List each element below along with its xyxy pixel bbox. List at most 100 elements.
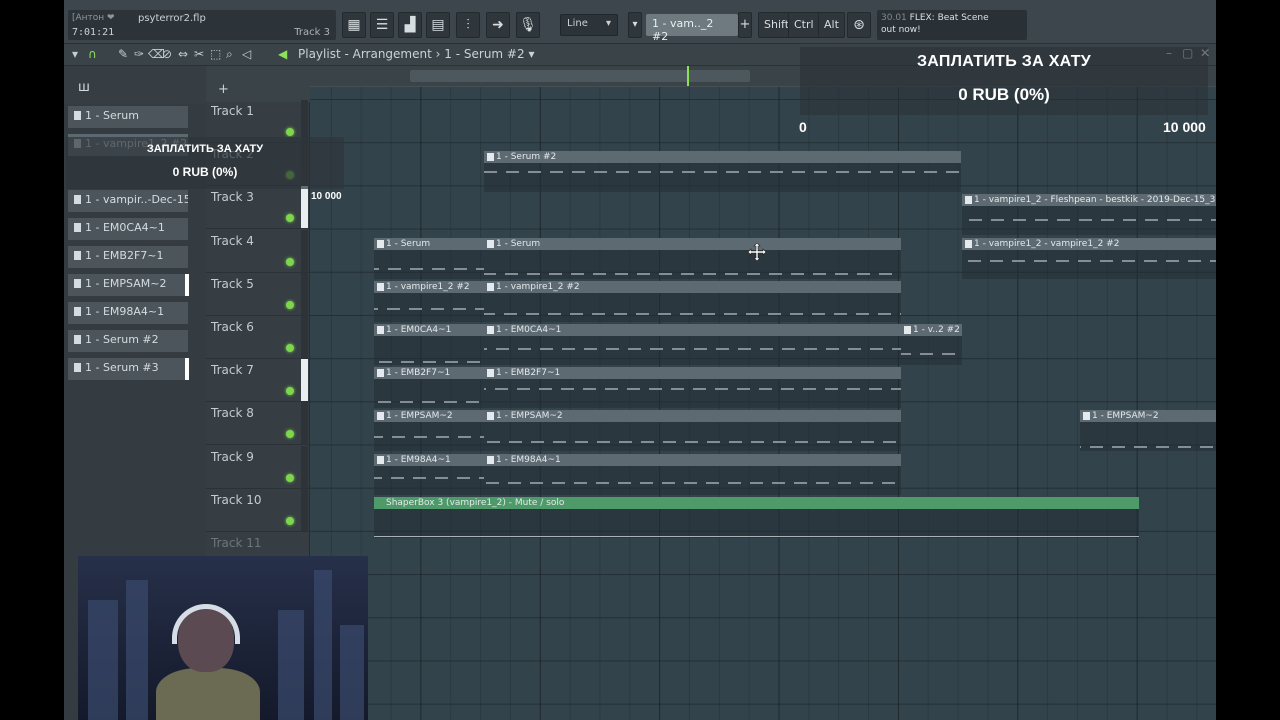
pattern-clip[interactable]: 1 - v..2 #2 xyxy=(901,324,962,365)
donation-amount: 0 RUB (0%) xyxy=(172,165,238,179)
news-number: 30.01 xyxy=(881,13,907,23)
slice-tool-icon[interactable]: ✂ xyxy=(194,47,204,61)
paint-tool-icon[interactable]: ✑ xyxy=(134,47,144,61)
picker-mode-icon[interactable]: ш xyxy=(78,80,90,95)
menu-arrow-icon[interactable]: ▾ xyxy=(72,47,78,61)
overview-scroll-handle[interactable] xyxy=(410,70,750,82)
microphone-icon[interactable]: 🎙 xyxy=(516,12,540,38)
track-header[interactable]: Track 6 xyxy=(206,316,310,359)
arrow-right-icon[interactable]: ➜ xyxy=(486,12,510,38)
picker-item-label: 1 - vampir..-Dec-15_30 xyxy=(85,193,188,206)
snap-select[interactable]: Line ▾ xyxy=(560,14,618,36)
browser-icon[interactable]: ▤ xyxy=(426,12,450,38)
pattern-clip[interactable]: 1 - Serum xyxy=(484,237,901,279)
picker-item-label: 1 - Serum xyxy=(85,109,139,122)
news-panel[interactable]: 30.01 FLEX: Beat Scene out now! xyxy=(877,10,1027,40)
track-header[interactable]: Track 4 xyxy=(206,229,310,273)
track-color-strip[interactable] xyxy=(301,272,308,315)
picker-item[interactable]: 1 - EM98A4~1 xyxy=(68,302,188,324)
pattern-clip[interactable]: 1 - vampire1_2 #2 xyxy=(484,280,901,322)
pattern-clip[interactable]: 1 - EM98A4~1 xyxy=(484,453,901,495)
playback-tool-icon[interactable]: ◁ xyxy=(242,47,251,61)
automation-curve xyxy=(374,509,1139,537)
track-enable-led[interactable] xyxy=(286,430,294,439)
pattern-clip[interactable]: 1 - Serum xyxy=(374,237,484,279)
magnet-icon[interactable]: ∩ xyxy=(88,47,97,61)
mute-tool-icon[interactable]: ⊘ xyxy=(162,47,172,61)
picker-item[interactable]: 1 - Serum xyxy=(68,106,188,128)
track-color-strip[interactable] xyxy=(301,186,308,229)
picker-item[interactable]: 1 - EMPSAM~2 xyxy=(68,274,188,296)
pattern-clip[interactable]: 1 - vampire1_2 #2 xyxy=(374,280,484,322)
mixer-icon[interactable]: ⫶ xyxy=(456,12,480,38)
clip-label: 1 - vampire1_2 #2 xyxy=(484,280,901,293)
track-header[interactable]: Track 8 xyxy=(206,402,310,446)
draw-tool-icon[interactable]: ✎ xyxy=(118,47,128,61)
track-name: Track 5 xyxy=(211,276,254,291)
track-color-strip[interactable] xyxy=(301,316,308,358)
track-color-strip[interactable] xyxy=(301,100,308,142)
pattern-clip[interactable]: 1 - EMPSAM~2 xyxy=(374,410,484,452)
track-color-strip[interactable] xyxy=(301,402,308,445)
ctrl-key-button[interactable]: Ctrl xyxy=(788,12,820,38)
pattern-dropdown-icon[interactable]: ▾ xyxy=(628,12,642,38)
picker-item[interactable]: 1 - Serum #3 xyxy=(68,358,188,380)
track-header[interactable]: Track 5 xyxy=(206,272,310,316)
track-enable-led[interactable] xyxy=(286,300,294,309)
piano-roll-icon[interactable]: ▟ xyxy=(398,12,422,38)
zoom-tool-icon[interactable]: ⌕ xyxy=(226,47,233,62)
picker-item[interactable]: 1 - EMB2F7~1 xyxy=(68,246,188,268)
add-track-icon[interactable]: + xyxy=(218,82,229,97)
pattern-clip[interactable]: 1 - EMPSAM~2 xyxy=(484,410,901,452)
track-enable-led[interactable] xyxy=(286,387,294,396)
slip-tool-icon[interactable]: ⇔ xyxy=(178,47,188,61)
move-cursor-icon xyxy=(748,243,766,261)
pattern-clip[interactable]: 1 - EM0CA4~1 xyxy=(374,324,484,365)
automation-clip[interactable]: ShaperBox 3 (vampire1_2) - Mute / solo xyxy=(374,496,1139,538)
pattern-clip[interactable]: 1 - vampire1_2 - vampire1_2 #2 xyxy=(962,237,1216,279)
online-news-icon[interactable]: ⊛ xyxy=(847,12,871,38)
track-color-strip[interactable] xyxy=(301,359,308,402)
pattern-clip[interactable]: 1 - vampire1_2 - Fleshpean - bestkik - 2… xyxy=(962,194,1216,236)
pattern-clip[interactable]: 1 - EM98A4~1 xyxy=(374,453,484,495)
track-name: Track 6 xyxy=(211,320,254,334)
track-enable-led[interactable] xyxy=(286,473,294,482)
track-header[interactable]: Track 10 xyxy=(206,488,310,532)
play-pattern-icon[interactable]: ◀ xyxy=(278,47,287,61)
pattern-clip[interactable]: 1 - EMB2F7~1 xyxy=(484,367,901,409)
playlist-title-separator: › xyxy=(435,47,441,61)
track-enable-led[interactable] xyxy=(286,516,294,525)
track-enable-led[interactable] xyxy=(286,214,294,223)
donation-amount: 0 RUB (0%) xyxy=(958,85,1050,104)
add-pattern-icon[interactable]: + xyxy=(738,12,752,38)
track-header[interactable]: Track 3 xyxy=(206,186,310,230)
pattern-clip[interactable]: 1 - EMPSAM~2 xyxy=(1080,410,1216,452)
pattern-selector[interactable]: 1 - vam.._2 #2 xyxy=(646,14,738,43)
track-color-strip[interactable] xyxy=(301,229,308,272)
track-color-strip[interactable] xyxy=(301,445,308,488)
clip-label: 1 - Serum #2 xyxy=(484,151,961,164)
select-tool-icon[interactable]: ⬚ xyxy=(210,47,221,61)
clip-label: 1 - Serum xyxy=(484,237,901,250)
pattern-clip[interactable]: 1 - EM0CA4~1 xyxy=(484,324,901,365)
alt-key-button[interactable]: Alt xyxy=(818,12,845,38)
pattern-clip[interactable]: 1 - Serum #2 xyxy=(484,151,961,193)
clip-notes-preview xyxy=(484,465,901,495)
picker-item[interactable]: 1 - Serum #2 xyxy=(68,330,188,352)
playlist-grid[interactable]: 1 - Serum #2 1 - vampire1_2 - Fleshpean -… xyxy=(310,87,1216,720)
alt-key-label: Alt xyxy=(824,18,839,31)
track-header[interactable]: Track 9 xyxy=(206,445,310,489)
playlist-tool-icon[interactable]: ▦ xyxy=(342,12,366,38)
picker-item-marker xyxy=(185,358,189,380)
picker-item[interactable]: 1 - EM0CA4~1 xyxy=(68,218,188,240)
track-header[interactable]: Track 7 xyxy=(206,359,310,403)
channel-rack-icon[interactable]: ☰ xyxy=(370,12,394,38)
chevron-down-icon[interactable]: ▾ xyxy=(528,47,534,61)
track-enable-led[interactable] xyxy=(286,257,294,266)
track-enable-led[interactable] xyxy=(286,344,294,352)
streamer-body xyxy=(156,668,260,720)
track-color-strip[interactable] xyxy=(301,488,308,531)
picker-item[interactable]: 1 - vampir..-Dec-15_30 xyxy=(68,190,188,212)
track-enable-led[interactable] xyxy=(286,128,294,136)
pattern-clip[interactable]: 1 - EMB2F7~1 xyxy=(374,367,484,409)
